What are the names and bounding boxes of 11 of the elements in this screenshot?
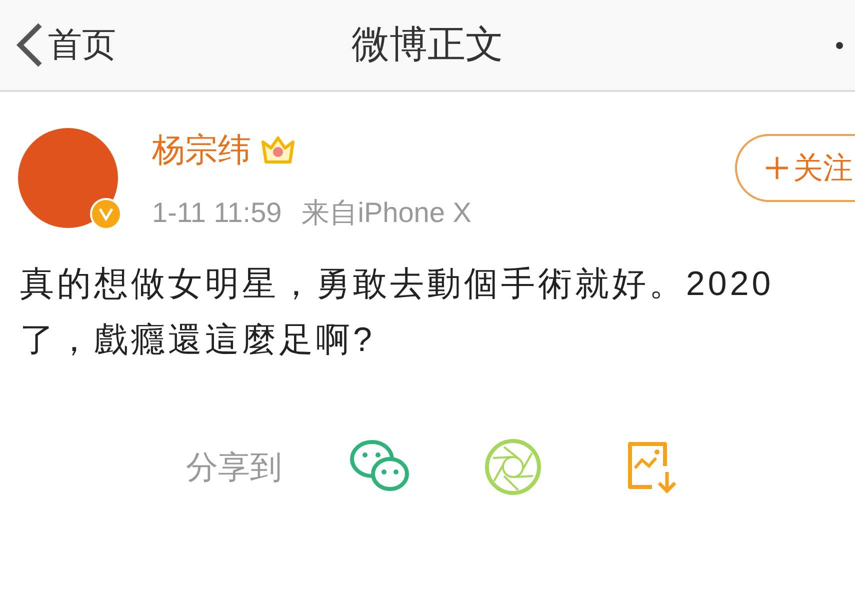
page-title: 微博正文 xyxy=(352,22,504,68)
back-button[interactable]: 首页 xyxy=(14,20,116,70)
author-name[interactable]: 杨宗纬 xyxy=(152,125,251,175)
post-text: 真的想做女明星，勇敢去動個手術就好。2020了，戲癮還這麼足啊? xyxy=(19,264,775,361)
follow-button[interactable]: 关注 xyxy=(735,134,855,202)
plus-icon xyxy=(765,156,789,180)
back-chevron-icon xyxy=(14,21,44,69)
post-source: 来自iPhone X xyxy=(302,196,472,230)
post-time: 1-11 11:59 xyxy=(152,196,282,230)
aperture-icon[interactable] xyxy=(484,438,542,496)
share-label: 分享到 xyxy=(186,448,282,487)
